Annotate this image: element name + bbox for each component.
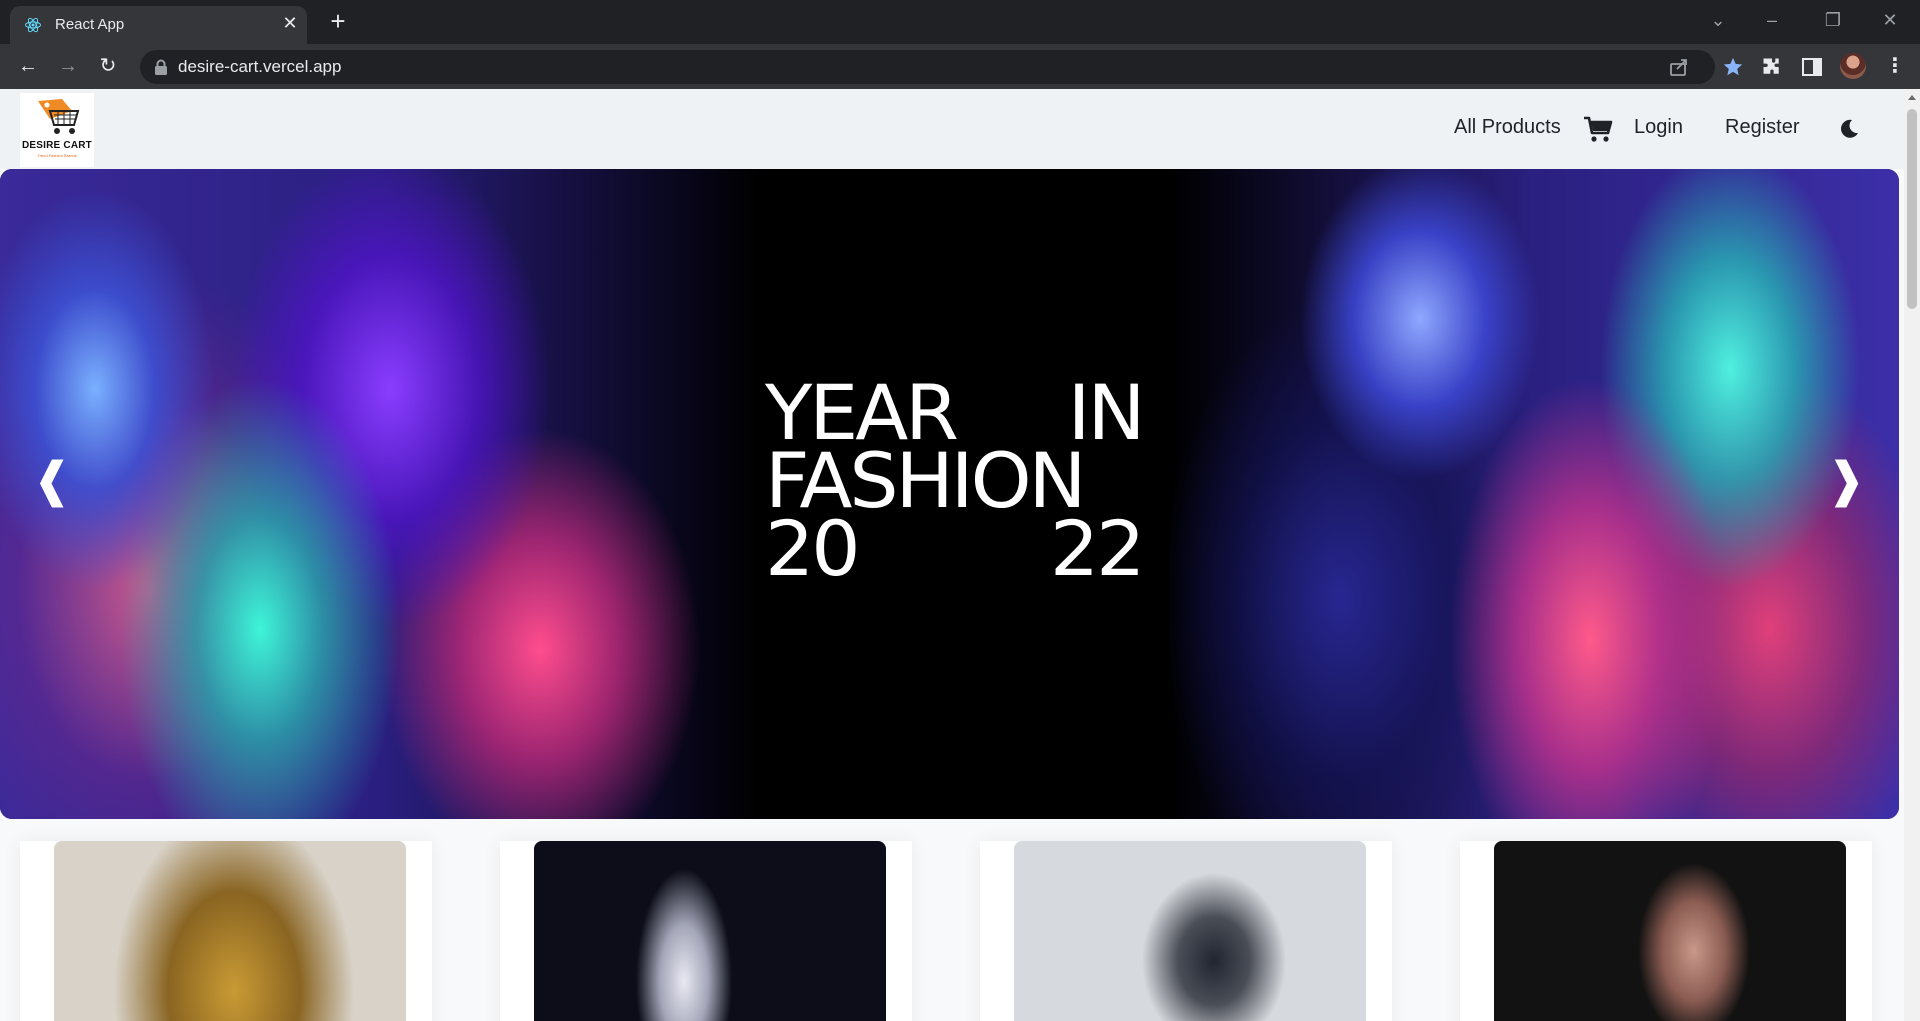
forward-button[interactable]: → — [54, 52, 82, 80]
bookmark-star-icon[interactable] — [1722, 56, 1744, 78]
back-button[interactable]: ← — [14, 52, 42, 80]
hero-image-left-models — [0, 169, 760, 819]
browser-toolbar: ← → ↻ desire-cart.vercel.app ⋮ — [0, 44, 1920, 89]
product-image[interactable] — [534, 841, 886, 1021]
product-image[interactable] — [1494, 841, 1846, 1021]
site-header: DESIRE CART Trend Fashion Brands All Pro… — [0, 89, 1904, 169]
close-window-button[interactable]: ✕ — [1875, 6, 1905, 34]
product-card[interactable] — [980, 841, 1392, 1021]
page-scrollbar[interactable] — [1904, 89, 1920, 1021]
reload-button[interactable]: ↻ — [94, 52, 122, 80]
logo-text: DESIRE CART — [22, 140, 92, 151]
side-panel-icon[interactable] — [1801, 56, 1823, 78]
browser-tab[interactable]: React App ✕ — [10, 6, 307, 44]
product-card[interactable] — [20, 841, 432, 1021]
logo-tagline: Trend Fashion Brands — [37, 153, 77, 158]
cart-icon[interactable] — [1583, 115, 1613, 143]
url-text: desire-cart.vercel.app — [178, 57, 342, 76]
address-bar[interactable]: desire-cart.vercel.app — [140, 50, 1743, 84]
product-card[interactable] — [500, 841, 912, 1021]
hero-image-right-models — [1170, 169, 1899, 819]
react-icon — [25, 17, 41, 33]
hero-title: YEAR IN FASHION 20 22 — [765, 375, 1146, 593]
page-viewport: DESIRE CART Trend Fashion Brands All Pro… — [0, 89, 1920, 1021]
carousel-prev-arrow[interactable]: ❰ — [32, 451, 72, 511]
hero-title-word: 20 — [765, 504, 861, 593]
nav-login[interactable]: Login — [1634, 116, 1683, 139]
dark-mode-moon-icon[interactable] — [1838, 118, 1860, 140]
carousel-next-arrow[interactable]: ❱ — [1826, 451, 1866, 511]
profile-avatar[interactable] — [1840, 53, 1866, 79]
nav-register[interactable]: Register — [1725, 116, 1799, 139]
tab-title: React App — [55, 16, 125, 33]
logo-cart-icon — [38, 99, 80, 134]
hero-carousel: YEAR IN FASHION 20 22 ❰ ❱ — [0, 169, 1899, 819]
product-image[interactable] — [1014, 841, 1366, 1021]
product-image[interactable] — [54, 841, 406, 1021]
product-card[interactable] — [1460, 841, 1872, 1021]
site-logo[interactable]: DESIRE CART Trend Fashion Brands — [20, 93, 94, 167]
tab-search-icon[interactable]: ⌄ — [1703, 6, 1733, 34]
minimize-button[interactable]: – — [1757, 6, 1787, 34]
nav-all-products[interactable]: All Products — [1454, 116, 1561, 139]
close-tab-icon[interactable]: ✕ — [280, 13, 300, 33]
restore-button[interactable]: ❐ — [1818, 6, 1848, 34]
hero-title-word: 22 — [1049, 504, 1146, 593]
new-tab-button[interactable]: + — [324, 8, 352, 36]
scroll-thumb[interactable] — [1907, 109, 1917, 309]
share-icon[interactable] — [1668, 56, 1690, 78]
browser-tab-bar: React App ✕ + ⌄ – ❐ ✕ — [0, 0, 1920, 44]
extensions-icon[interactable] — [1761, 56, 1783, 78]
lock-icon — [155, 59, 167, 75]
browser-menu-icon[interactable]: ⋮ — [1885, 54, 1905, 80]
scroll-up-arrow[interactable] — [1908, 95, 1916, 100]
